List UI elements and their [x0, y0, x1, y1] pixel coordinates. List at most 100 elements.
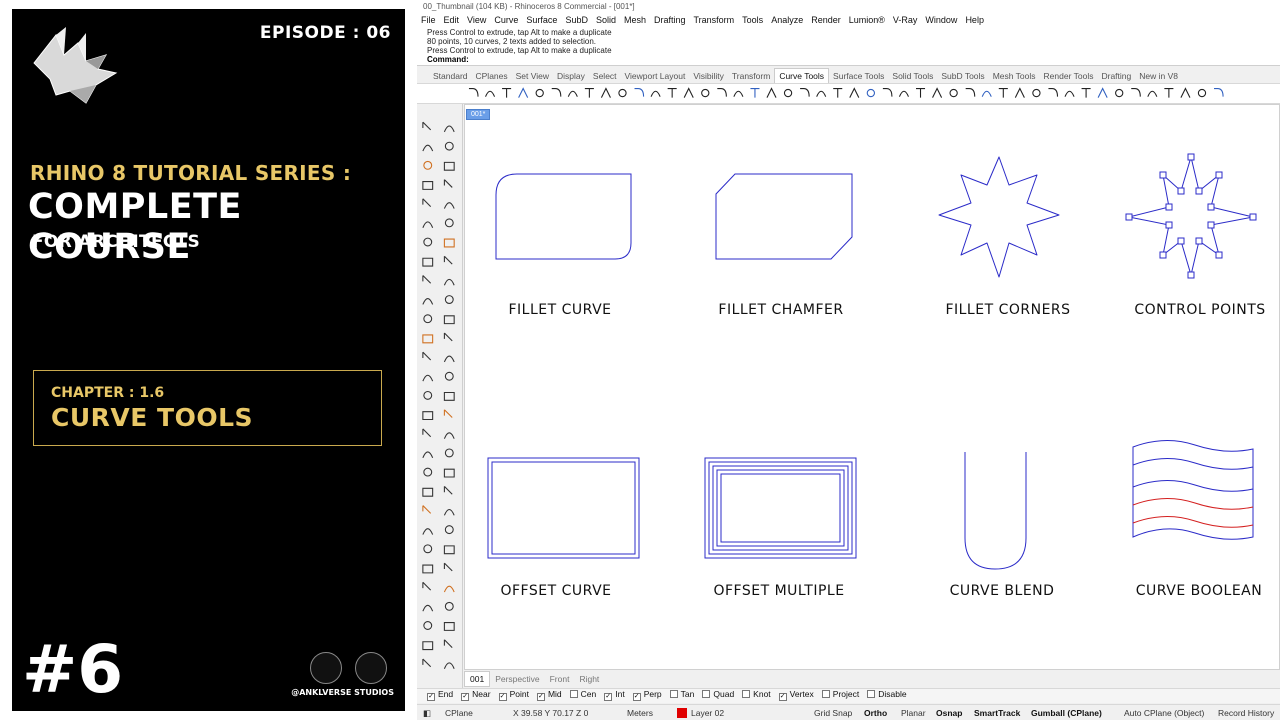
menu-item[interactable]: Solid [592, 14, 620, 26]
checkbox-icon[interactable]: ✓ [604, 693, 613, 701]
curve-tool-icon[interactable] [1032, 88, 1041, 98]
menu-item[interactable]: Surface [522, 14, 561, 26]
sidebar-tool-icon[interactable] [422, 505, 432, 514]
curve-tool-icon[interactable] [485, 90, 496, 97]
menu-item[interactable]: Mesh [620, 14, 650, 26]
toolbar-tab[interactable]: New in V8 [1135, 69, 1182, 83]
curve-tool-icon[interactable] [932, 87, 943, 98]
command-prompt[interactable]: Command: [417, 55, 1280, 66]
sidebar-tool-icon[interactable] [423, 390, 433, 400]
curve-tool-icon[interactable] [733, 90, 744, 97]
checkbox-icon[interactable]: ✓ [427, 693, 435, 701]
curve-tool-icon[interactable] [1164, 87, 1174, 98]
toolbar-tab[interactable]: Drafting [1097, 69, 1135, 83]
toolbar-tab[interactable]: Surface Tools [829, 69, 888, 83]
osnap-option[interactable]: ✓ Near [461, 689, 491, 701]
checkbox-icon[interactable] [867, 690, 876, 698]
sidebar-tool-icon[interactable] [423, 467, 433, 477]
curve-tool-icon[interactable] [1115, 88, 1124, 98]
sidebar-tool-icon[interactable] [422, 487, 434, 497]
osnap-option[interactable]: Tan [669, 689, 694, 699]
checkbox-icon[interactable] [669, 690, 678, 698]
toolbar-tab[interactable]: CPlanes [472, 69, 512, 83]
curve-tool-icon[interactable] [683, 87, 694, 98]
sidebar-tool-icon[interactable] [422, 564, 434, 574]
toolbar-tab[interactable]: Display [553, 69, 589, 83]
menu-item[interactable]: Render [807, 14, 845, 26]
checkbox-icon[interactable]: ✓ [778, 693, 787, 701]
curve-tool-icon[interactable] [518, 87, 529, 98]
ortho-toggle[interactable]: Ortho [864, 708, 887, 718]
toolbar-tab[interactable]: Set View [512, 69, 553, 83]
smarttrack-toggle[interactable]: SmartTrack [974, 708, 1020, 718]
sidebar-tool-icon[interactable] [422, 351, 432, 361]
sidebar-tool-icon[interactable] [443, 278, 455, 286]
sidebar-tool-icon[interactable] [422, 451, 434, 459]
curve-tool-icon[interactable] [717, 87, 727, 97]
sidebar-tool-icon[interactable] [443, 238, 455, 248]
curve-tool-icon[interactable] [1180, 87, 1191, 98]
menu-item[interactable]: File [417, 14, 440, 26]
curve-tool-icon[interactable] [800, 87, 810, 97]
auto-cplane-toggle[interactable]: Auto CPlane (Object) [1124, 708, 1204, 718]
sidebar-tool-icon[interactable] [444, 295, 454, 304]
toolbar-tab[interactable]: Curve Tools [774, 68, 830, 83]
viewport-001[interactable]: FILLET CURVE FILLET CHAMFER FILLET CORNE… [464, 104, 1280, 670]
sidebar-tool-icon[interactable] [443, 179, 453, 188]
curve-tool-icon[interactable] [1014, 87, 1025, 98]
curve-tool-icon[interactable] [1097, 87, 1108, 98]
curve-tool-icon[interactable] [1064, 90, 1075, 97]
layer-indicator[interactable]: Layer 02 [677, 708, 724, 718]
viewport-tab-001[interactable]: 001* [466, 109, 490, 120]
sidebar-tool-icon[interactable] [422, 298, 434, 305]
checkbox-icon[interactable]: ✓ [536, 693, 545, 701]
curve-tool-icon[interactable] [584, 87, 594, 98]
osnap-option[interactable]: Disable [867, 689, 907, 699]
toolbar-tab[interactable]: Solid Tools [888, 69, 937, 83]
toolbar-tab[interactable]: SubD Tools [937, 69, 988, 83]
sidebar-tool-icon[interactable] [444, 218, 454, 228]
curve-tool-icon[interactable] [701, 88, 710, 98]
osnap-toggle[interactable]: Osnap [936, 708, 962, 718]
osnap-option[interactable]: Cen [569, 689, 596, 699]
menu-item[interactable]: SubD [561, 14, 592, 26]
sidebar-tool-icon[interactable] [443, 125, 455, 133]
curve-tool-icon[interactable] [535, 88, 544, 98]
checkbox-icon[interactable] [821, 690, 830, 698]
curve-tool-icon[interactable] [1147, 90, 1158, 97]
sidebar-tool-icon[interactable] [443, 486, 453, 495]
sidebar-tool-icon[interactable] [444, 448, 454, 458]
sidebar-tool-icon[interactable] [443, 355, 455, 363]
menu-item[interactable]: View [463, 14, 490, 26]
planar-toggle[interactable]: Planar [901, 708, 926, 718]
menu-item[interactable]: Transform [690, 14, 739, 26]
checkbox-icon[interactable] [742, 690, 751, 698]
curve-tool-icon[interactable] [1081, 87, 1091, 98]
sidebar-tool-icon[interactable] [443, 255, 453, 265]
control-points-star[interactable] [1125, 153, 1257, 279]
curve-tool-icon[interactable] [949, 88, 958, 98]
sidebar-tool-icon[interactable] [422, 374, 434, 382]
curve-tool-icon[interactable] [1197, 88, 1207, 98]
curve-tool-icon[interactable] [998, 87, 1008, 98]
grid-snap-toggle[interactable]: Grid Snap [814, 708, 852, 718]
curve-tool-icon[interactable] [600, 87, 611, 98]
osnap-option[interactable]: ✓ Vertex [778, 689, 814, 701]
osnap-option[interactable]: ✓ Point [498, 689, 529, 701]
osnap-option[interactable]: ✓ Mid [536, 689, 562, 701]
menu-item[interactable]: Lumion® [845, 14, 889, 26]
curve-tool-icon[interactable] [915, 87, 926, 98]
viewport-tab[interactable]: 001 [464, 671, 491, 687]
sidebar-tool-icon[interactable] [443, 161, 455, 171]
menu-item[interactable]: Tools [738, 14, 767, 26]
viewport-tab[interactable]: Perspective [490, 672, 544, 686]
sidebar-tool-icon[interactable] [443, 432, 455, 439]
curve-tool-icon[interactable] [816, 90, 827, 97]
checkbox-icon[interactable]: ✓ [632, 693, 641, 701]
record-history-toggle[interactable]: Record History [1218, 708, 1274, 718]
viewport-tab[interactable]: Front [545, 672, 575, 686]
curve-tool-icon[interactable] [981, 90, 992, 97]
sidebar-tool-icon[interactable] [422, 181, 434, 190]
sidebar-tool-icon[interactable] [423, 314, 433, 324]
curve-tool-icon[interactable] [898, 90, 909, 97]
